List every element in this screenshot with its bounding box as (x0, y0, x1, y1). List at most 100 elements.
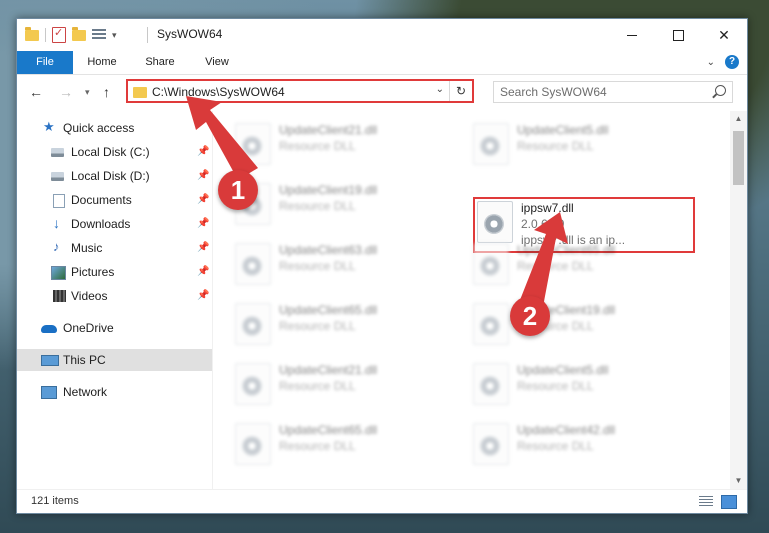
gear-icon (480, 376, 500, 396)
up-arrow-icon[interactable]: ↑ (103, 84, 110, 100)
sidebar-item-this-pc[interactable]: This PC (17, 349, 212, 371)
pin-icon: 📌 (197, 194, 210, 205)
dll-file-icon (473, 303, 509, 345)
scroll-down-icon[interactable]: ▼ (730, 473, 747, 489)
list-item[interactable]: UpdateClient65.dll Resource DLL (235, 417, 465, 467)
list-item[interactable]: UpdateClient5.dll Resource DLL (473, 357, 703, 407)
pin-icon: 📌 (197, 146, 210, 157)
properties-icon[interactable] (52, 26, 66, 43)
window-title: SysWOW64 (157, 27, 223, 41)
scroll-up-icon[interactable]: ▲ (730, 111, 747, 127)
video-icon (53, 290, 66, 302)
callout-one: 1 (218, 170, 258, 210)
title-bar: ▾ SysWOW64 ✕ (17, 19, 747, 51)
search-placeholder: Search SysWOW64 (500, 85, 607, 99)
maximize-button[interactable] (655, 19, 701, 51)
sidebar-item-local-disk-c[interactable]: Local Disk (C:) 📌 (17, 141, 212, 163)
address-bar[interactable]: C:\Windows\SysWOW64 ⌄ ↻ (126, 79, 474, 103)
tab-share[interactable]: Share (135, 51, 185, 74)
gear-icon (480, 256, 500, 276)
list-item[interactable]: UpdateClient19.dll Resource DLL (235, 177, 465, 227)
sidebar-item-pictures[interactable]: Pictures 📌 (17, 261, 212, 283)
folder-icon (25, 26, 39, 41)
document-icon (53, 194, 65, 208)
tab-view[interactable]: View (193, 51, 241, 74)
gear-icon (242, 376, 262, 396)
sidebar-item-local-disk-d[interactable]: Local Disk (D:) 📌 (17, 165, 212, 187)
dll-file-icon (473, 243, 509, 285)
drive-icon (51, 172, 64, 181)
gear-icon (480, 316, 500, 336)
callout-two: 2 (510, 296, 550, 336)
gear-icon (242, 436, 262, 456)
minimize-button[interactable] (609, 19, 655, 51)
gear-icon (242, 256, 262, 276)
refresh-icon[interactable]: ↻ (449, 81, 472, 101)
dll-file-icon (473, 423, 509, 465)
address-path: C:\Windows\SysWOW64 (152, 85, 285, 99)
tab-home[interactable]: Home (77, 51, 127, 74)
pictures-icon (51, 266, 66, 280)
expand-ribbon-icon[interactable]: ⌄ (707, 57, 715, 68)
list-item[interactable]: UpdateClient42.dll Resource DLL (473, 417, 703, 467)
search-icon (715, 85, 726, 96)
list-item[interactable]: UpdateClient21.dll Resource DLL (235, 357, 465, 407)
recent-locations-icon[interactable]: ▾ (85, 87, 90, 98)
dll-file-icon (235, 303, 271, 345)
pin-icon: 📌 (197, 170, 210, 181)
cloud-icon (41, 325, 57, 333)
scroll-thumb[interactable] (733, 131, 744, 185)
navigation-bar: ← → ▾ ↑ C:\Windows\SysWOW64 ⌄ ↻ Search S… (17, 76, 747, 108)
pin-icon: 📌 (197, 242, 210, 253)
drive-icon (51, 148, 64, 157)
ribbon-tabs: File Home Share View ⌄ ? (17, 51, 747, 75)
download-icon: ↓ (53, 215, 60, 231)
pin-icon: 📌 (197, 218, 210, 229)
help-icon[interactable]: ? (725, 55, 739, 69)
details-view-icon[interactable] (699, 496, 713, 507)
gear-icon (480, 136, 500, 156)
maximize-icon (672, 29, 684, 41)
new-folder-icon[interactable] (72, 26, 86, 41)
list-item[interactable]: UpdateClient19.dll Resource DLL (473, 297, 703, 347)
status-bar: 121 items (17, 489, 747, 513)
tab-file[interactable]: File (17, 51, 73, 74)
music-icon: ♪ (53, 239, 60, 254)
list-item[interactable]: UpdateClient5.dll Resource DLL (473, 117, 703, 167)
sidebar-item-quick-access[interactable]: ★ Quick access (17, 117, 212, 139)
network-icon (41, 386, 57, 399)
minimize-icon (627, 34, 637, 36)
list-item[interactable]: UpdateClient65.dll Resource DLL (235, 297, 465, 347)
sidebar-item-network[interactable]: Network (17, 381, 212, 403)
list-item[interactable]: UpdateClient65.dll Resource DLL (473, 237, 703, 287)
file-explorer-window: ▾ SysWOW64 ✕ File Home Share View ⌄ ? ← … (16, 18, 748, 514)
dll-file-icon (235, 423, 271, 465)
sidebar-item-downloads[interactable]: ↓ Downloads 📌 (17, 213, 212, 235)
gear-icon (480, 436, 500, 456)
item-count: 121 items (31, 495, 79, 507)
forward-arrow-icon[interactable]: → (59, 84, 73, 100)
gear-icon (242, 316, 262, 336)
address-dropdown-icon[interactable]: ⌄ (436, 84, 444, 95)
vertical-scrollbar[interactable]: ▲ ▼ (730, 111, 747, 489)
dll-file-icon (235, 363, 271, 405)
tiles-view-icon[interactable] (721, 495, 737, 509)
sidebar-item-onedrive[interactable]: OneDrive (17, 317, 212, 339)
dll-file-icon (235, 243, 271, 285)
sidebar-item-videos[interactable]: Videos 📌 (17, 285, 212, 307)
sidebar-item-documents[interactable]: Documents 📌 (17, 189, 212, 211)
back-arrow-icon[interactable]: ← (29, 84, 43, 100)
list-item[interactable]: UpdateClient21.dll Resource DLL (235, 117, 465, 167)
folder-icon (133, 87, 147, 98)
view-icon[interactable] (92, 29, 106, 41)
sidebar-item-music[interactable]: ♪ Music 📌 (17, 237, 212, 259)
pc-icon (41, 355, 59, 366)
customize-toolbar-icon[interactable]: ▾ (112, 30, 117, 41)
search-input[interactable]: Search SysWOW64 (493, 81, 733, 103)
pin-icon: 📌 (197, 266, 210, 277)
navigation-pane: ★ Quick access Local Disk (C:) 📌 Local D… (17, 111, 213, 491)
gear-icon (242, 136, 262, 156)
list-item[interactable]: UpdateClient63.dll Resource DLL (235, 237, 465, 287)
close-button[interactable]: ✕ (701, 19, 747, 51)
pin-icon: 📌 (197, 290, 210, 301)
